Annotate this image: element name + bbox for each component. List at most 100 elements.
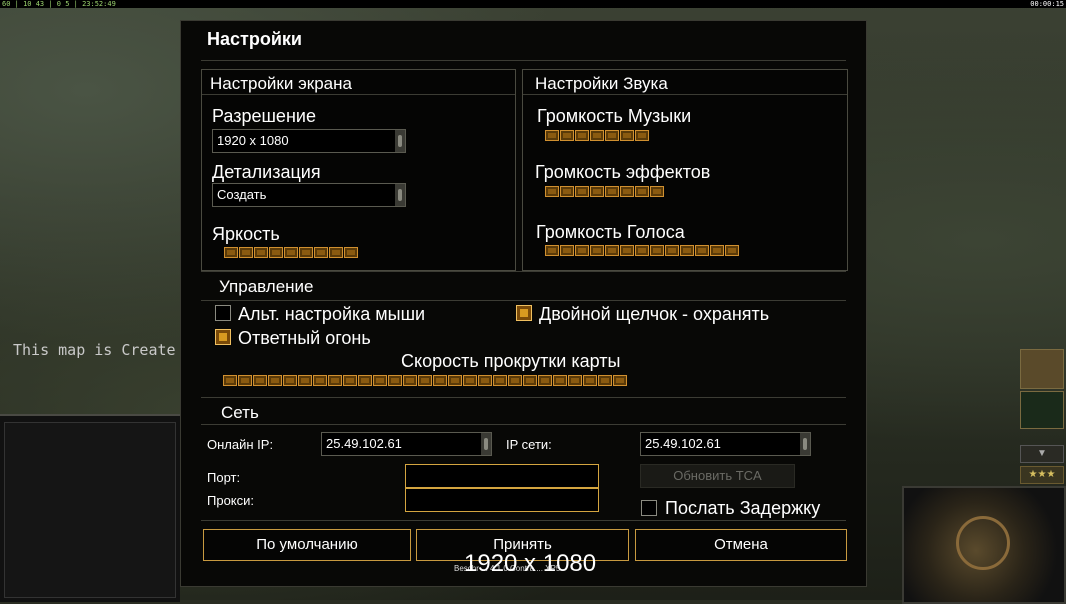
brightness-slider[interactable] bbox=[224, 247, 358, 259]
slider-segment bbox=[568, 375, 582, 386]
sound-settings-box: Настройки Звука Громкость Музыки Громкос… bbox=[522, 69, 848, 271]
voice-volume-slider[interactable] bbox=[545, 245, 739, 257]
compass-icon[interactable] bbox=[1020, 391, 1064, 429]
proxy-label: Прокси: bbox=[207, 493, 255, 508]
lan-ip-dropdown[interactable]: 25.49.102.61 bbox=[640, 432, 811, 456]
double-click-guard-checkbox[interactable] bbox=[516, 305, 532, 321]
effects-volume-label: Громкость эффектов bbox=[535, 162, 711, 182]
slider-segment bbox=[635, 245, 649, 256]
slider-segment bbox=[284, 247, 298, 258]
slider-segment bbox=[224, 247, 238, 258]
detail-label: Детализация bbox=[212, 162, 321, 182]
scroll-speed-slider[interactable] bbox=[223, 375, 627, 387]
port-label: Порт: bbox=[207, 470, 241, 485]
slider-segment bbox=[238, 375, 252, 386]
rank-stars-icon[interactable]: ★★★ bbox=[1020, 466, 1064, 484]
slider-segment bbox=[545, 186, 559, 197]
slider-segment bbox=[403, 375, 417, 386]
scrollbar[interactable] bbox=[481, 433, 491, 455]
effects-volume-slider[interactable] bbox=[545, 186, 664, 198]
slider-segment bbox=[358, 375, 372, 386]
send-delay-checkbox[interactable] bbox=[641, 500, 657, 516]
port-input[interactable] bbox=[405, 464, 599, 488]
slider-segment bbox=[560, 245, 574, 256]
network-section-title: Сеть bbox=[221, 403, 259, 422]
title-divider bbox=[201, 60, 846, 61]
slider-segment bbox=[418, 375, 432, 386]
slider-segment bbox=[268, 375, 282, 386]
default-button[interactable]: По умолчанию bbox=[203, 529, 411, 561]
slider-segment bbox=[388, 375, 402, 386]
display-settings-box: Настройки экрана Разрешение 1920 x 1080 … bbox=[201, 69, 516, 271]
lan-ip-label: IP сети: bbox=[506, 437, 552, 452]
slider-segment bbox=[373, 375, 387, 386]
slider-segment bbox=[680, 245, 694, 256]
alt-mouse-checkbox[interactable] bbox=[215, 305, 231, 321]
controls-section-title: Управление bbox=[219, 277, 314, 296]
slider-segment bbox=[239, 247, 253, 258]
slider-segment bbox=[328, 375, 342, 386]
slider-segment bbox=[575, 245, 589, 256]
slider-segment bbox=[665, 245, 679, 256]
slider-segment bbox=[605, 186, 619, 197]
slider-segment bbox=[463, 375, 477, 386]
slider-segment bbox=[493, 375, 507, 386]
sound-section-title: Настройки Звука bbox=[535, 74, 668, 93]
online-ip-dropdown[interactable]: 25.49.102.61 bbox=[321, 432, 492, 456]
slider-segment bbox=[298, 375, 312, 386]
slider-segment bbox=[314, 247, 328, 258]
slider-segment bbox=[590, 186, 604, 197]
scrollbar[interactable] bbox=[395, 130, 405, 152]
general-portrait[interactable] bbox=[1020, 349, 1064, 389]
cancel-button[interactable]: Отмена bbox=[635, 529, 847, 561]
chevron-down-icon[interactable]: ▼ bbox=[1020, 445, 1064, 463]
slider-segment bbox=[560, 186, 574, 197]
slider-segment bbox=[590, 130, 604, 141]
settings-dialog: Настройки Настройки экрана Разрешение 19… bbox=[180, 20, 867, 587]
top-status-bar: 60 | 10 43 | 0 5 | 23:52:49 00:00:15 bbox=[0, 0, 1066, 8]
slider-segment bbox=[283, 375, 297, 386]
slider-segment bbox=[545, 130, 559, 141]
slider-segment bbox=[620, 245, 634, 256]
slider-segment bbox=[695, 245, 709, 256]
music-volume-slider[interactable] bbox=[545, 130, 649, 142]
scroll-speed-label: Скорость прокрутки карты bbox=[401, 351, 621, 371]
slider-segment bbox=[605, 130, 619, 141]
return-fire-label: Ответный огонь bbox=[238, 328, 371, 348]
dialog-title: Настройки bbox=[207, 29, 302, 49]
slider-segment bbox=[433, 375, 447, 386]
slider-segment bbox=[635, 130, 649, 141]
brightness-label: Яркость bbox=[212, 224, 280, 244]
return-fire-checkbox[interactable] bbox=[215, 329, 231, 345]
resolution-overlay: 1920 x 1080 bbox=[464, 550, 597, 577]
resolution-dropdown[interactable]: 1920 x 1080 bbox=[212, 129, 406, 153]
slider-segment bbox=[553, 375, 567, 386]
scrollbar[interactable] bbox=[395, 184, 405, 206]
slider-segment bbox=[583, 375, 597, 386]
double-click-guard-label: Двойной щелчок - охранять bbox=[539, 304, 770, 324]
slider-segment bbox=[613, 375, 627, 386]
slider-segment bbox=[269, 247, 283, 258]
slider-segment bbox=[313, 375, 327, 386]
map-message: This map is Create bbox=[13, 341, 176, 359]
proxy-input[interactable] bbox=[405, 488, 599, 512]
slider-segment bbox=[575, 130, 589, 141]
slider-segment bbox=[478, 375, 492, 386]
scrollbar[interactable] bbox=[800, 433, 810, 455]
slider-segment bbox=[620, 186, 634, 197]
alt-mouse-label: Альт. настройка мыши bbox=[238, 304, 426, 324]
slider-segment bbox=[710, 245, 724, 256]
game-timer: 00:00:15 bbox=[1030, 0, 1064, 8]
slider-segment bbox=[650, 186, 664, 197]
music-volume-label: Громкость Музыки bbox=[537, 106, 692, 126]
slider-segment bbox=[590, 245, 604, 256]
slider-segment bbox=[329, 247, 343, 258]
slider-segment bbox=[299, 247, 313, 258]
detail-dropdown[interactable]: Создать bbox=[212, 183, 406, 207]
display-section-title: Настройки экрана bbox=[210, 74, 352, 93]
slider-segment bbox=[254, 247, 268, 258]
update-tca-button[interactable]: Обновить TCA bbox=[640, 464, 795, 488]
radar-minimap[interactable] bbox=[902, 486, 1066, 604]
slider-segment bbox=[650, 245, 664, 256]
slider-segment bbox=[560, 130, 574, 141]
